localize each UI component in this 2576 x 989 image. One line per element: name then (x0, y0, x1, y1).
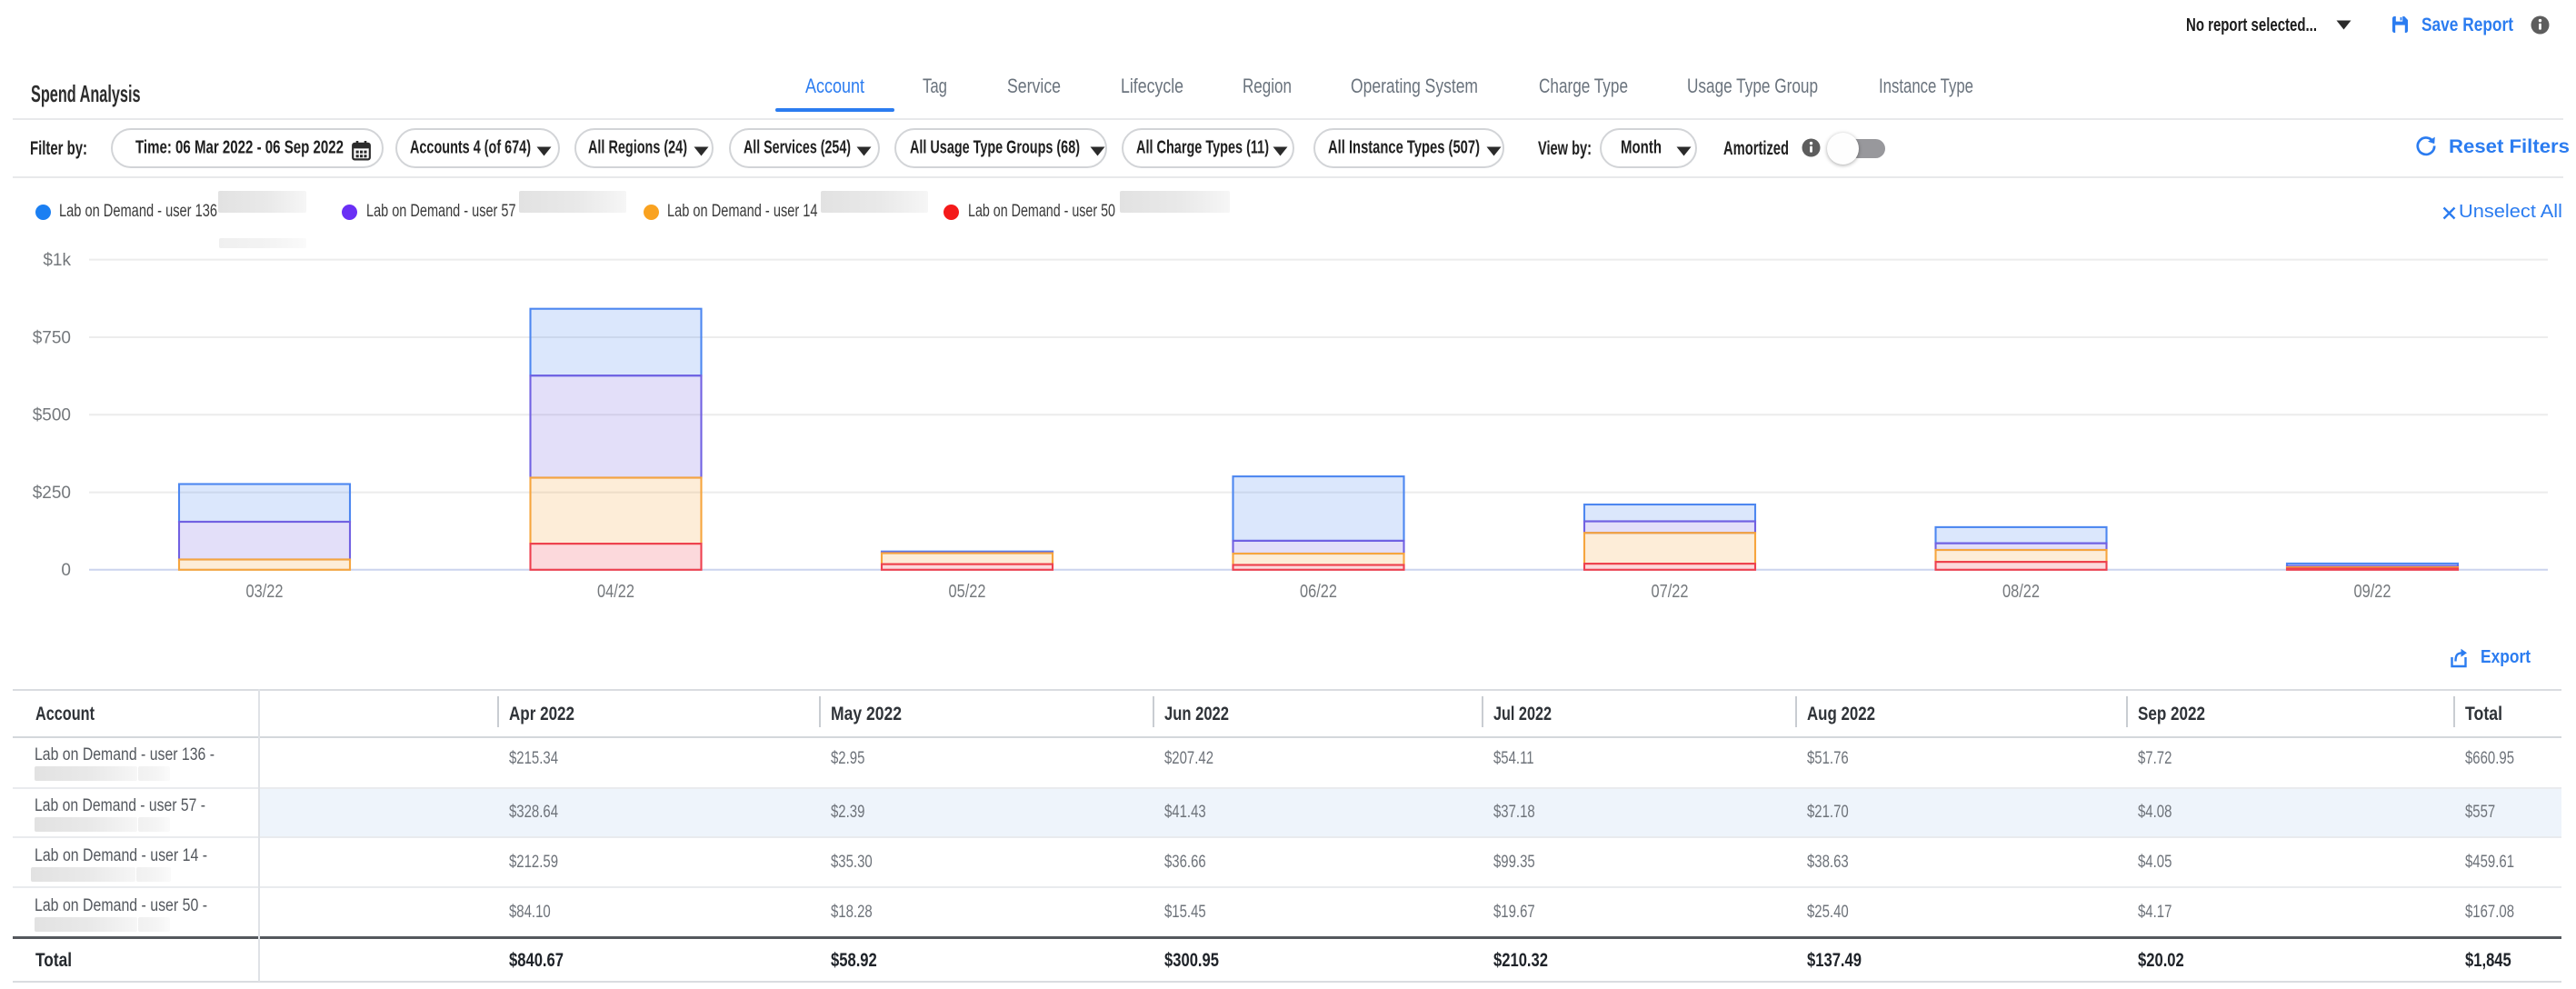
svg-text:$1k: $1k (43, 251, 71, 270)
svg-text:$750: $750 (33, 328, 71, 347)
svg-text:06/22: 06/22 (1300, 582, 1337, 602)
svg-text:$500: $500 (33, 406, 71, 425)
svg-text:05/22: 05/22 (949, 582, 986, 602)
svg-text:07/22: 07/22 (1652, 582, 1689, 602)
svg-text:08/22: 08/22 (2002, 582, 2040, 602)
svg-text:04/22: 04/22 (597, 582, 634, 602)
svg-text:03/22: 03/22 (246, 582, 284, 602)
svg-text:09/22: 09/22 (2354, 582, 2391, 602)
svg-text:0: 0 (61, 561, 71, 580)
svg-text:$250: $250 (33, 484, 71, 503)
